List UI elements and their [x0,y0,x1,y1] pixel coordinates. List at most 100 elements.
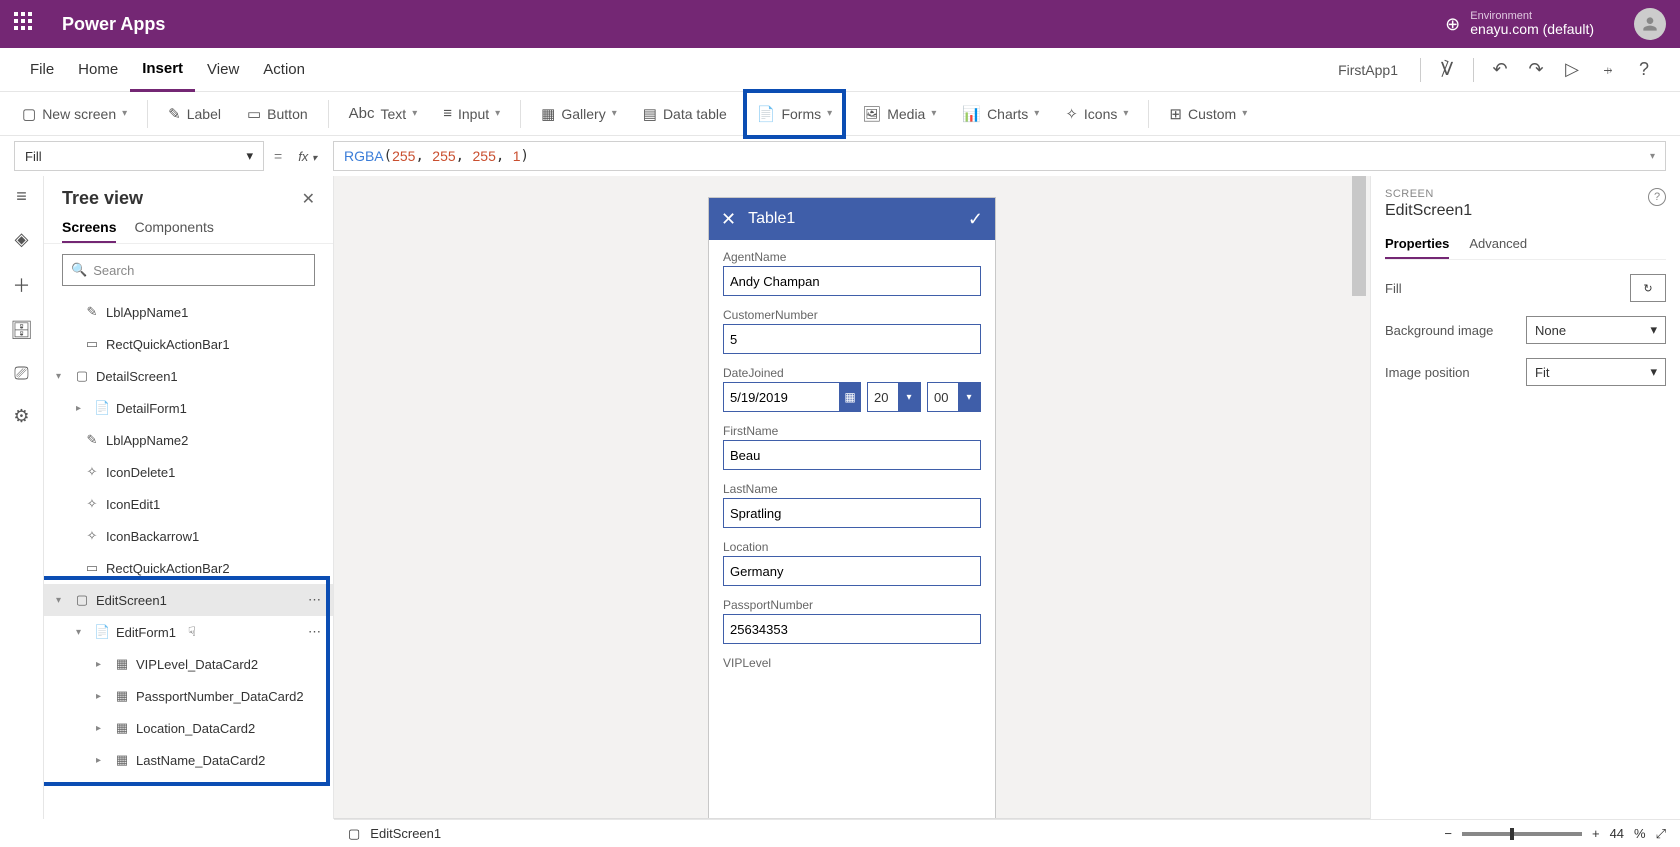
tab-properties[interactable]: Properties [1385,230,1449,259]
tree-node-selected[interactable]: ▾▢EditScreen1⋯ [44,584,333,616]
media-rail-icon[interactable]: ⎚ [14,363,28,384]
menu-action[interactable]: Action [251,48,317,92]
zoom-out-icon[interactable]: − [1444,826,1452,841]
field-label: AgentName [723,250,981,264]
menu-view[interactable]: View [195,48,251,92]
more-icon[interactable]: ⋯ [308,624,321,640]
prop-fill-label: Fill [1385,281,1622,296]
tree-node[interactable]: ▸▦LastName_DataCard2 [44,744,333,776]
search-icon: 🔍 [71,262,87,278]
field-label: DateJoined [723,366,981,380]
imgpos-select[interactable]: Fit▾ [1526,358,1666,386]
label-button[interactable]: ✎Label [158,96,231,132]
screen-indicator-icon: ▢ [348,826,360,842]
fx-icon[interactable]: fx ▾ [292,149,323,164]
tree-node[interactable]: ▸▦Location_DataCard2 [44,712,333,744]
tab-components[interactable]: Components [134,213,213,243]
tree-node[interactable]: ✧IconDelete1 [44,456,333,488]
passport-input[interactable] [723,614,981,644]
bgimage-select[interactable]: None▾ [1526,316,1666,344]
help-icon[interactable]: ? [1630,56,1658,84]
app-header: Power Apps ⊕ Environment enayu.com (defa… [0,0,1680,48]
tree-node[interactable]: ✧IconEdit1 [44,488,333,520]
tree-node[interactable]: ▾▢DetailScreen1 [44,360,333,392]
formula-input[interactable]: RGBA(255, 255, 255, 1) ▾ [333,141,1666,171]
customernumber-input[interactable] [723,324,981,354]
hamburger-icon[interactable]: ≡ [16,186,27,207]
redo-icon[interactable]: ↷ [1522,56,1550,84]
tree-node[interactable]: ▸▦VIPLevel_DataCard2 [44,648,333,680]
tab-advanced[interactable]: Advanced [1469,230,1527,259]
custom-menu[interactable]: ⊞Custom▾ [1159,96,1257,132]
fill-swatch[interactable]: ↻ [1630,274,1666,302]
prop-bgimage-label: Background image [1385,323,1518,338]
undo-icon[interactable]: ↶ [1486,56,1514,84]
tree-node[interactable]: ▸▦PassportNumber_DataCard2 [44,680,333,712]
menu-file[interactable]: File [18,48,66,92]
tree-node[interactable]: ✎LblAppName1 [44,296,333,328]
forms-icon: 📄 [757,105,776,123]
environment-selector[interactable]: Environment enayu.com (default) [1470,10,1594,37]
app-checker-icon[interactable]: ℣ [1433,56,1461,84]
firstname-input[interactable] [723,440,981,470]
reset-icon: ↻ [1643,282,1652,295]
tree-node[interactable]: ▭RectQuickActionBar1 [44,328,333,360]
input-menu[interactable]: ≡Input▾ [433,96,510,132]
search-input[interactable]: 🔍Search [62,254,315,286]
waffle-icon[interactable] [14,12,38,36]
formula-expand-icon[interactable]: ▾ [1650,151,1655,162]
form-title: Table1 [748,210,956,228]
screen-name: EditScreen1 [1385,202,1648,220]
property-selector[interactable]: Fill▾ [14,141,264,171]
menu-insert[interactable]: Insert [130,48,195,92]
button-button[interactable]: ▭Button [237,96,318,132]
tools-icon[interactable]: ⚙ [13,406,29,427]
info-icon[interactable]: ? [1648,188,1666,206]
zoom-slider[interactable] [1462,832,1582,836]
tree-node[interactable]: ▾📄EditForm1☟⋯ [44,616,333,648]
agentname-input[interactable] [723,266,981,296]
forms-highlight: 📄Forms▾ [743,89,846,139]
minute-select[interactable]: 00▾ [927,382,981,412]
tab-screens[interactable]: Screens [62,213,116,243]
location-input[interactable] [723,556,981,586]
tree-node[interactable]: ▭RectQuickActionBar2 [44,552,333,584]
hour-select[interactable]: 20▾ [867,382,921,412]
avatar[interactable] [1634,8,1666,40]
chevron-down-icon: ▾ [1650,322,1657,338]
zoom-value: 44 [1610,826,1624,841]
close-icon[interactable]: ✕ [721,209,736,230]
gallery-menu[interactable]: ▦Gallery▾ [531,96,627,132]
share-icon[interactable]: ⍆ [1594,56,1622,84]
fit-icon[interactable]: ⤢ [1656,826,1666,842]
add-icon[interactable]: ＋ [13,272,31,298]
canvas[interactable]: ✕ Table1 ✓ AgentName CustomerNumber Date… [334,176,1370,819]
forms-menu[interactable]: 📄Forms▾ [747,96,842,132]
datatable-icon: ▤ [643,105,657,123]
ribbon: ▢New screen▾ ✎Label ▭Button AbcText▾ ≡In… [0,92,1680,136]
menu-home[interactable]: Home [66,48,130,92]
text-menu[interactable]: AbcText▾ [339,96,428,132]
data-icon[interactable]: 🗄 [10,320,33,341]
new-screen-button[interactable]: ▢New screen▾ [12,96,137,132]
tree-node[interactable]: ✧IconBackarrow1 [44,520,333,552]
tree-node[interactable]: ✎LblAppName2 [44,424,333,456]
tree-node[interactable]: ▸📄DetailForm1 [44,392,333,424]
charts-icon: 📊 [962,105,981,123]
app-name: FirstApp1 [1338,62,1398,78]
charts-menu[interactable]: 📊Charts▾ [952,96,1049,132]
icons-menu[interactable]: ✧Icons▾ [1055,96,1138,132]
more-icon[interactable]: ⋯ [308,592,321,608]
close-icon[interactable]: ✕ [302,189,315,209]
play-icon[interactable]: ▷ [1558,56,1586,84]
media-menu[interactable]: 🖼Media▾ [852,96,946,132]
tree-icon[interactable]: ◈ [15,229,29,250]
calendar-icon[interactable]: ▦ [839,382,861,412]
canvas-scrollbar[interactable] [1352,176,1366,818]
lastname-input[interactable] [723,498,981,528]
formula-bar: Fill▾ = fx ▾ RGBA(255, 255, 255, 1) ▾ [0,136,1680,176]
zoom-in-icon[interactable]: + [1592,826,1600,841]
environment-icon[interactable]: ⊕ [1445,14,1460,35]
datatable-button[interactable]: ▤Data table [633,96,737,132]
check-icon[interactable]: ✓ [968,209,983,230]
